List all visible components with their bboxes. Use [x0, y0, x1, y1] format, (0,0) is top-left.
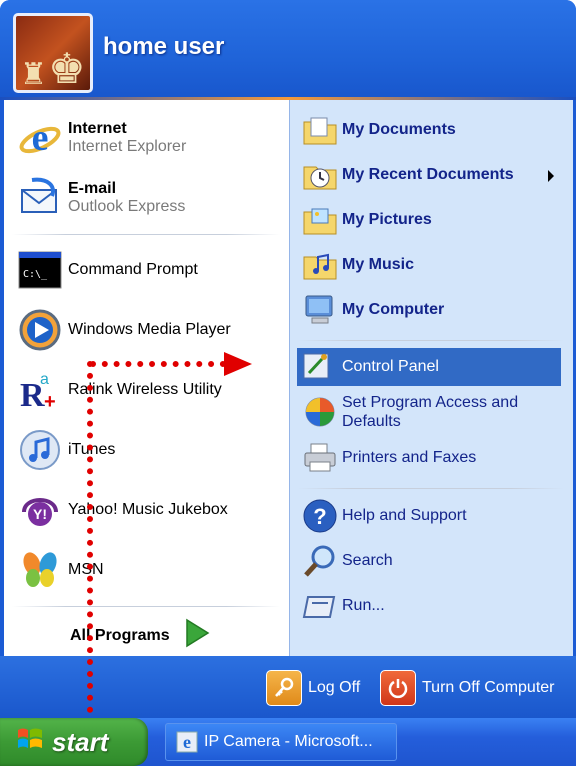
internet-sub-label: Internet Explorer: [68, 138, 187, 155]
search-label: Search: [342, 552, 393, 569]
start-button[interactable]: start: [0, 718, 148, 766]
my-computer-label: My Computer: [342, 301, 445, 318]
green-arrow-icon: [184, 618, 210, 653]
turn-off-button[interactable]: Turn Off Computer: [380, 670, 555, 706]
item-windows-media-player[interactable]: Windows Media Player: [16, 306, 231, 354]
help-icon: ?: [300, 496, 340, 536]
item-ralink[interactable]: Ra + Ralink Wireless Utility: [16, 366, 222, 414]
control-panel-icon: [297, 347, 337, 387]
item-my-documents[interactable]: My Documents: [300, 110, 456, 150]
outlook-express-icon: [16, 174, 64, 222]
item-search[interactable]: Search: [300, 541, 393, 581]
taskbar: start e IP Camera - Microsoft...: [0, 718, 576, 766]
internet-explorer-icon: e: [16, 114, 64, 162]
ralink-icon: Ra +: [16, 366, 64, 414]
item-set-program-access[interactable]: Set Program Access and Defaults: [300, 392, 532, 432]
control-panel-label: Control Panel: [342, 358, 439, 375]
folder-pictures-icon: [300, 200, 340, 240]
svg-text:e: e: [183, 732, 191, 752]
windows-logo-icon: [16, 726, 44, 759]
log-off-button[interactable]: Log Off: [266, 670, 360, 706]
printer-icon: [300, 438, 340, 478]
pinned-programs-pane: e Internet Internet Explorer E-mail Outloo…: [4, 100, 289, 656]
power-icon: [380, 670, 416, 706]
item-help-support[interactable]: ? Help and Support: [300, 496, 467, 536]
item-command-prompt[interactable]: C:\_ Command Prompt: [16, 246, 198, 294]
places-pane: My Documents My Recent Documents My Pict…: [289, 100, 573, 656]
run-icon: [300, 586, 340, 626]
program-access-icon: [300, 392, 340, 432]
user-name: home user: [103, 33, 225, 60]
user-header: ♜ ♚ home user: [0, 0, 576, 100]
yahoo-music-icon: Y!: [16, 486, 64, 534]
printers-faxes-label: Printers and Faxes: [342, 449, 477, 466]
folder-documents-icon: [300, 110, 340, 150]
item-itunes[interactable]: iTunes: [16, 426, 115, 474]
msn-butterfly-icon: [16, 546, 64, 594]
separator: [12, 234, 280, 235]
media-player-icon: [16, 306, 64, 354]
separator: [298, 488, 564, 489]
user-avatar[interactable]: ♜ ♚: [13, 13, 93, 93]
command-prompt-label: Command Prompt: [68, 261, 198, 278]
internet-explorer-icon: e: [176, 731, 198, 753]
separator: [298, 340, 564, 341]
log-off-label: Log Off: [308, 679, 361, 696]
recent-documents-icon: [300, 155, 340, 195]
my-music-label: My Music: [342, 256, 415, 273]
annotation-arrow-icon: [224, 352, 252, 376]
svg-text:+: +: [44, 391, 56, 412]
item-control-panel[interactable]: Control Panel: [297, 348, 561, 386]
svg-text:e: e: [32, 117, 49, 159]
item-printers-faxes[interactable]: Printers and Faxes: [300, 438, 476, 478]
my-recent-documents-label: My Recent Documents: [342, 166, 514, 183]
svg-text:Y!: Y!: [33, 506, 47, 522]
item-my-pictures[interactable]: My Pictures: [300, 200, 432, 240]
chess-piece-icon: ♜: [20, 57, 47, 92]
run-label: Run...: [342, 597, 385, 614]
submenu-arrow-icon: [548, 170, 554, 182]
annotation-dotted-line-horizontal: [90, 361, 226, 367]
item-yahoo-music[interactable]: Y! Yahoo! Music Jukebox: [16, 486, 228, 534]
taskbar-window-label: IP Camera - Microsoft...: [204, 733, 373, 750]
svg-text:?: ?: [313, 504, 326, 529]
turn-off-label: Turn Off Computer: [422, 679, 555, 696]
chess-king-icon: ♚: [48, 44, 86, 93]
item-my-recent-documents[interactable]: My Recent Documents: [300, 155, 514, 195]
start-label: start: [52, 726, 109, 757]
itunes-icon: [16, 426, 64, 474]
key-icon: [266, 670, 302, 706]
my-pictures-label: My Pictures: [342, 211, 432, 228]
svg-text:a: a: [40, 371, 49, 388]
set-program-access-label: Set Program Access and Defaults: [342, 394, 519, 430]
item-my-computer[interactable]: My Computer: [300, 290, 444, 330]
internet-label: Internet: [68, 120, 127, 137]
annotation-dotted-line-vertical: [87, 361, 93, 713]
command-prompt-icon: C:\_: [16, 246, 64, 294]
item-run[interactable]: Run...: [300, 586, 385, 626]
msn-label: MSN: [68, 561, 104, 578]
my-documents-label: My Documents: [342, 121, 456, 138]
item-internet[interactable]: e Internet Internet Explorer: [16, 114, 186, 162]
email-label: E-mail: [68, 180, 117, 197]
svg-text:C:\_: C:\_: [23, 269, 48, 280]
folder-music-icon: [300, 245, 340, 285]
search-icon: [300, 541, 340, 581]
item-my-music[interactable]: My Music: [300, 245, 414, 285]
item-email[interactable]: E-mail Outlook Express: [16, 174, 185, 222]
media-player-label: Windows Media Player: [68, 321, 231, 338]
computer-icon: [300, 290, 340, 330]
separator: [12, 606, 280, 607]
all-programs-label: All Programs: [70, 626, 170, 644]
email-sub-label: Outlook Express: [68, 198, 186, 215]
taskbar-window-button[interactable]: e IP Camera - Microsoft...: [165, 723, 397, 761]
help-support-label: Help and Support: [342, 507, 467, 524]
